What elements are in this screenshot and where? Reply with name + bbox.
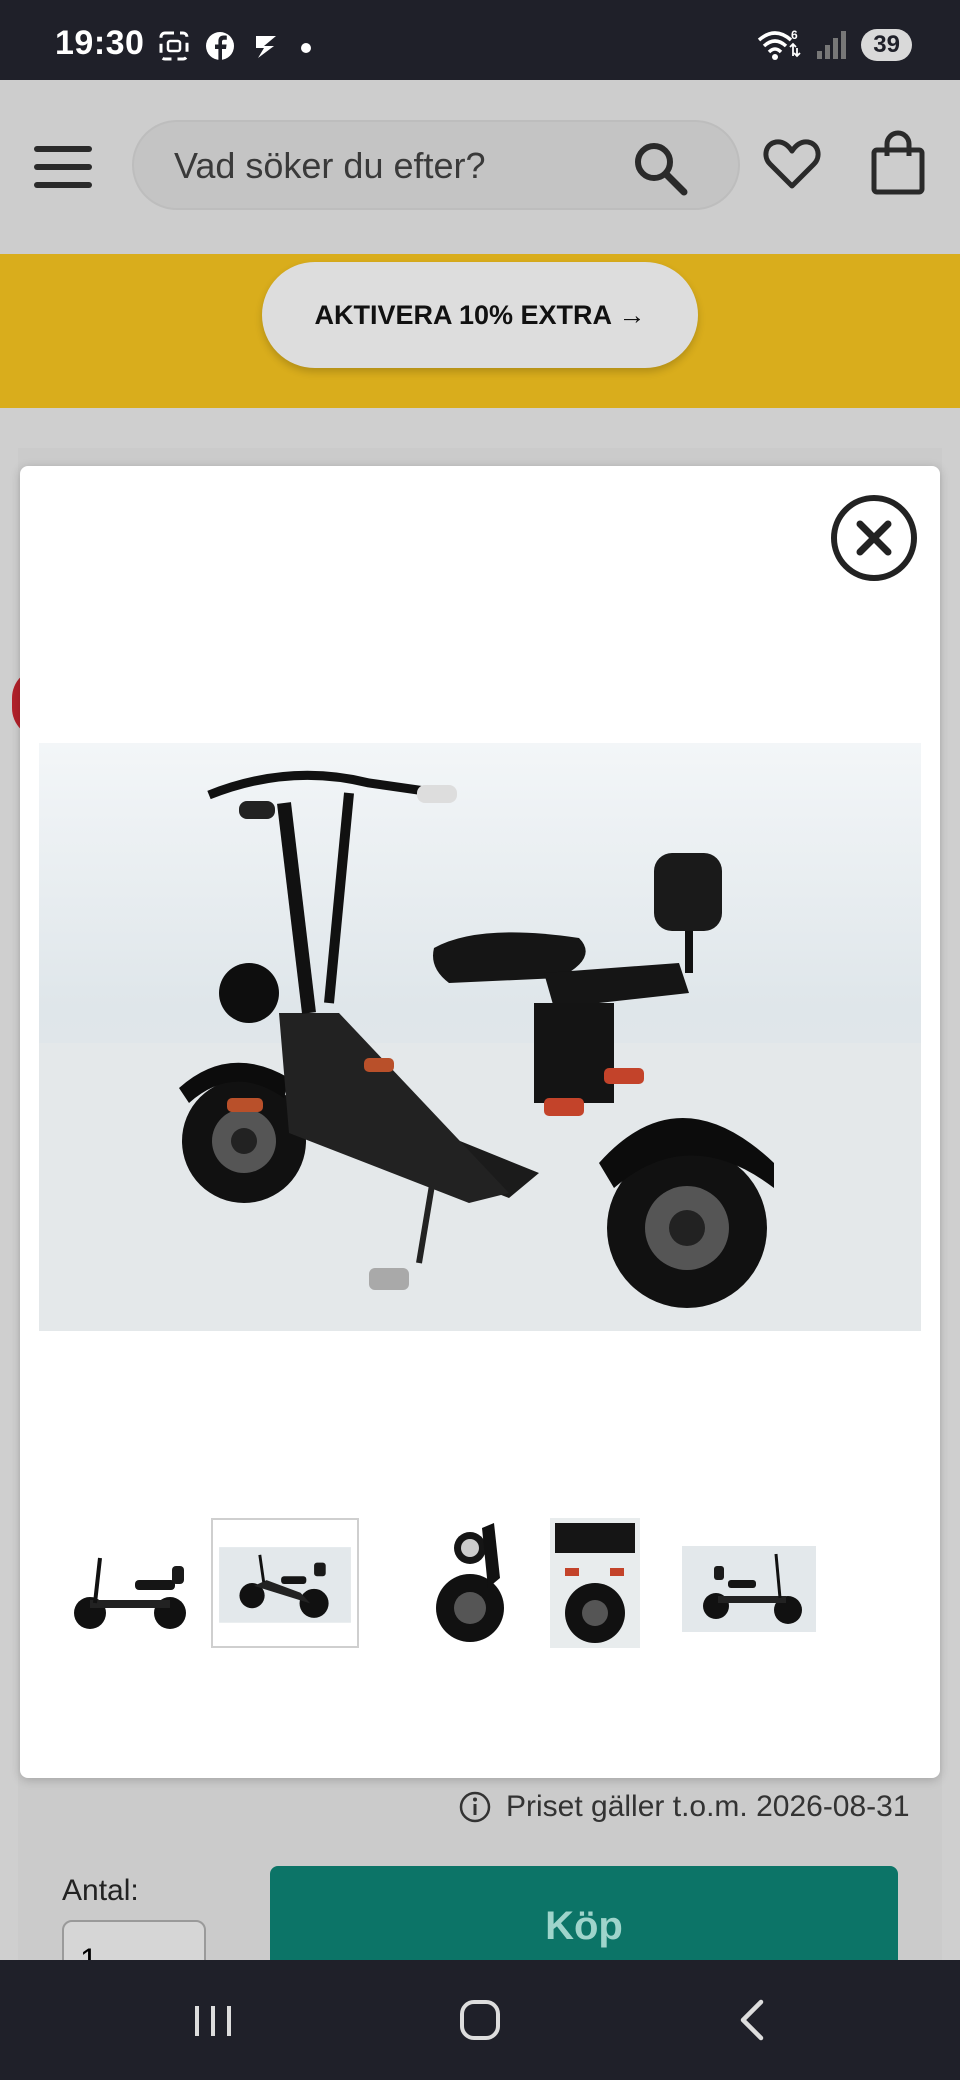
status-right-icons: 6 39	[755, 28, 912, 62]
search-icon[interactable]	[632, 140, 688, 196]
site-header	[0, 80, 960, 254]
signal-icon	[817, 31, 847, 59]
shopping-bag-icon[interactable]	[868, 130, 928, 196]
wifi-icon: 6	[758, 28, 801, 60]
status-bar: 19:30 6 39	[0, 0, 960, 80]
activate-discount-button[interactable]: AKTIVERA 10% EXTRA →	[262, 262, 698, 368]
system-nav-bar	[0, 1960, 960, 2080]
thumbnail-4[interactable]	[550, 1518, 640, 1648]
search-bar[interactable]	[132, 120, 740, 210]
back-icon[interactable]	[723, 1990, 783, 2050]
dot-icon	[301, 43, 311, 53]
heart-icon[interactable]	[762, 134, 822, 194]
thumbnail-strip	[20, 1508, 940, 1658]
quantity-label: Antal:	[62, 1874, 139, 1907]
status-time: 19:30	[55, 24, 145, 62]
thumbnail-2[interactable]	[211, 1518, 359, 1648]
battery-level: 39	[861, 29, 912, 61]
thumbnail-5[interactable]	[680, 1518, 818, 1648]
svg-text:6: 6	[791, 28, 798, 42]
home-icon[interactable]	[450, 1990, 510, 2050]
thumbnail-1[interactable]	[60, 1518, 200, 1648]
search-input[interactable]	[172, 140, 616, 192]
price-validity-text: Priset gäller t.o.m. 2026-08-31	[506, 1790, 910, 1823]
info-icon	[459, 1791, 491, 1823]
menu-icon[interactable]	[32, 142, 94, 192]
main-product-image	[39, 743, 921, 1331]
status-left-icons	[158, 30, 316, 62]
image-gallery-modal	[20, 466, 940, 1778]
thumbnail-3[interactable]	[420, 1518, 530, 1648]
screenshot-icon	[159, 31, 189, 61]
messenger-icon	[256, 36, 276, 58]
facebook-icon	[206, 32, 234, 61]
price-validity: Priset gäller t.o.m. 2026-08-31	[458, 1790, 910, 1824]
promo-banner: AKTIVERA 10% EXTRA →	[0, 254, 960, 408]
close-icon[interactable]	[830, 494, 918, 582]
recent-apps-icon[interactable]	[183, 1990, 243, 2050]
